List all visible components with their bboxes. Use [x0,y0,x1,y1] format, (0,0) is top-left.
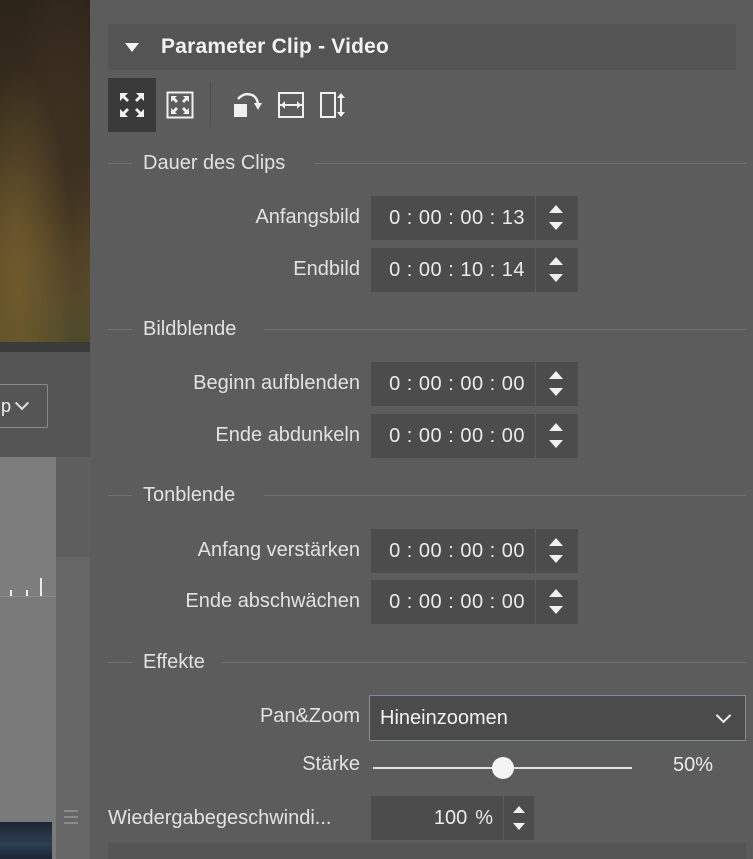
chevron-down-icon [715,707,732,723]
clip-thumbnail[interactable] [0,822,52,859]
audio-fade-in-input[interactable]: 0 : 00 : 00 : 00 [371,529,535,573]
clip-parameters-panel: Parameter Clip - Video Dauer des Clips A… [90,0,753,859]
panel-header[interactable]: Parameter Clip - Video [108,24,736,70]
strength-value: 50% [673,754,714,776]
end-frame-stepper[interactable] [535,248,578,292]
section-heading: Dauer des Clips [143,152,286,174]
fit-frame-icon [166,91,194,119]
start-frame-label: Anfangsbild [255,206,360,228]
video-preview [0,0,90,342]
flip-horizontal-icon [278,92,304,118]
ruler-tick [40,578,42,596]
playback-speed-stepper[interactable] [503,796,534,840]
panzoom-value: Hineinzoomen [380,706,508,729]
fit-frame-button[interactable] [156,78,204,132]
fill-frame-button[interactable] [108,78,156,132]
ruler-tick [26,590,28,596]
audio-fade-in-stepper[interactable] [535,529,578,573]
audio-fade-in-label: Anfang verstärken [197,539,360,561]
start-frame-input[interactable]: 0 : 00 : 00 : 13 [371,196,535,240]
panzoom-select[interactable]: Hineinzoomen [369,695,746,741]
left-pane: p [0,0,90,859]
section-heading: Effekte [143,651,205,673]
fade-out-input[interactable]: 0 : 00 : 00 : 00 [371,414,535,458]
next-section-header[interactable] [108,843,746,859]
section-clip-duration: Dauer des Clips [108,152,746,176]
start-frame-stepper[interactable] [535,196,578,240]
playback-speed-input[interactable]: 100 % [371,796,503,840]
fade-out-label: Ende abdunkeln [215,424,360,446]
section-effects: Effekte [108,651,746,675]
playback-speed-value: 100 [433,806,468,829]
audio-fade-out-stepper[interactable] [535,580,578,624]
fade-in-stepper[interactable] [535,362,578,406]
fade-in-input[interactable]: 0 : 00 : 00 : 00 [371,362,535,406]
playback-speed-label: Wiedergabegeschwindi... [108,807,332,829]
collapse-triangle-icon[interactable] [125,42,139,52]
ruler-tick [10,590,12,596]
rotate-button[interactable] [223,78,271,132]
rotate-icon [234,92,262,117]
strength-label: Stärke [302,753,360,775]
fill-frame-icon [120,93,144,117]
section-image-fade: Bildblende [108,318,746,342]
section-heading: Bildblende [143,318,237,340]
section-heading: Tonblende [143,484,236,506]
end-frame-label: Endbild [293,258,360,280]
resize-grip-icon[interactable] [64,810,78,828]
flip-horizontal-button[interactable] [271,78,311,132]
strength-slider-handle[interactable] [491,757,514,779]
timeline-ruler[interactable] [0,457,56,597]
transform-toolbar [108,78,355,132]
flip-vertical-button[interactable] [311,78,355,132]
flip-vertical-icon [320,92,345,118]
timeline-mode-select[interactable]: p [0,384,48,428]
preview-divider [0,342,90,352]
panel-title: Parameter Clip - Video [161,35,390,58]
toolbar-separator [210,83,211,127]
section-audio-fade: Tonblende [108,484,746,508]
end-frame-input[interactable]: 0 : 00 : 10 : 14 [371,248,535,292]
chevron-down-icon [14,396,30,411]
playback-speed-unit: % [475,806,493,829]
timeline-mode-value: p [1,395,12,416]
fade-in-label: Beginn aufblenden [193,372,360,394]
audio-fade-out-label: Ende abschwächen [185,590,360,612]
fade-out-stepper[interactable] [535,414,578,458]
timeline-scrollbar[interactable] [56,457,90,859]
panzoom-label: Pan&Zoom [259,705,360,727]
audio-fade-out-input[interactable]: 0 : 00 : 00 : 00 [371,580,535,624]
